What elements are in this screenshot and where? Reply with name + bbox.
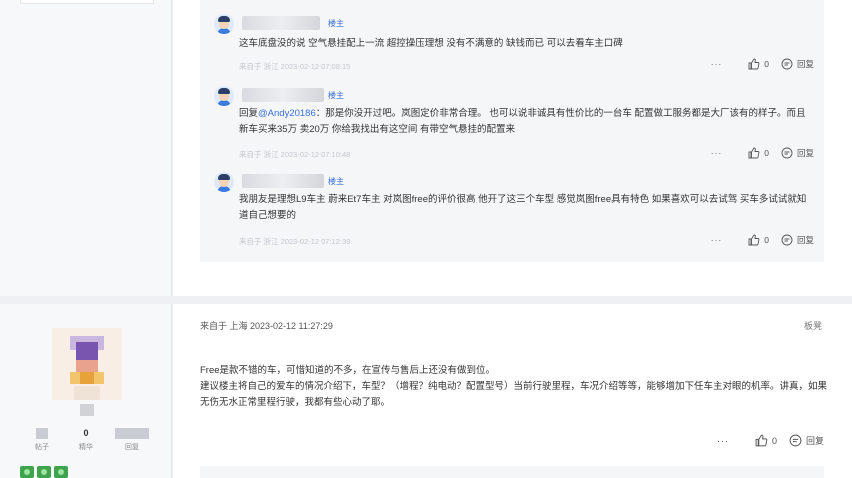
like-button[interactable]: 0 bbox=[748, 58, 769, 70]
reply-list bbox=[200, 466, 824, 478]
post-actions: ··· 0 回复 bbox=[717, 434, 824, 447]
avatar[interactable] bbox=[214, 14, 234, 34]
reply-label: 回复 bbox=[805, 436, 824, 446]
stat-label: 回复 bbox=[125, 444, 139, 451]
reply-item: 楼主 我朋友是理想L9车主 蔚来Et7车主 对岚图free的评价很高 他开了这三… bbox=[214, 172, 814, 248]
like-icon bbox=[748, 58, 760, 70]
avatar[interactable] bbox=[214, 86, 234, 106]
reply-actions: ··· 0 回复 bbox=[711, 234, 814, 246]
stat-essence[interactable]: 0 精华 bbox=[66, 428, 106, 452]
more-dots-icon[interactable]: ··· bbox=[711, 59, 723, 69]
reply-label: 回复 bbox=[796, 148, 814, 158]
op-badge: 楼主 bbox=[328, 177, 344, 186]
post-body: Free是款不错的车，可惜知道的不多，在宣传与售后上还没有做到位。 建议楼主将自… bbox=[200, 363, 830, 411]
reply-meta: 来自于 浙江 2023-02-12 07:10:48 bbox=[239, 150, 351, 159]
medal-icon[interactable] bbox=[20, 466, 34, 478]
reply-body: ：那是你没开过吧。岚图定价非常合理。 也可以说非诚具有性价比的一台车 配置做工服… bbox=[239, 108, 806, 135]
reply-text: 回复@Andy20186：那是你没开过吧。岚图定价非常合理。 也可以说非诚具有性… bbox=[239, 106, 814, 138]
stat-label: 帖子 bbox=[35, 444, 49, 451]
username-blurred[interactable] bbox=[242, 88, 324, 102]
reply-meta: 来自于 浙江 2023-02-12 07:12:39 bbox=[239, 237, 351, 246]
like-icon bbox=[755, 434, 768, 447]
stat-posts[interactable]: 帖子 bbox=[22, 428, 62, 452]
like-button[interactable]: 0 bbox=[755, 434, 777, 447]
reply-text: 我朋友是理想L9车主 蔚来Et7车主 对岚图free的评价很高 他开了这三个车型… bbox=[239, 194, 807, 221]
level-blurred bbox=[80, 404, 94, 416]
stat-value-blurred bbox=[115, 428, 149, 439]
reply-item: 楼主 这车底盘没的说 空气悬挂配上一流 超控操压理想 没有不满意的 缺钱而已 可… bbox=[214, 14, 814, 74]
username-blurred[interactable] bbox=[242, 174, 324, 188]
post-divider bbox=[0, 296, 852, 304]
stat-value-blurred bbox=[36, 428, 48, 439]
like-icon bbox=[748, 234, 760, 246]
medal-icon[interactable] bbox=[54, 466, 68, 478]
username-blurred[interactable] bbox=[242, 16, 320, 30]
stat-label: 精华 bbox=[79, 444, 93, 451]
stat-value: 0 bbox=[83, 428, 89, 438]
more-dots-icon[interactable]: ··· bbox=[717, 436, 729, 446]
reply-text: 这车底盘没的说 空气悬挂配上一流 超控操压理想 没有不满意的 缺钱而已 可以去看… bbox=[239, 38, 623, 49]
post-line: 建议楼主将自己的爱车的情况介绍下，车型？（增程？纯电动？配置型号）当前行驶里程，… bbox=[200, 381, 828, 408]
reply-label: 回复 bbox=[796, 235, 814, 245]
like-button[interactable]: 0 bbox=[748, 234, 769, 246]
mention-link[interactable]: @Andy20186 bbox=[258, 108, 316, 119]
avatar[interactable] bbox=[52, 328, 122, 400]
op-badge: 楼主 bbox=[328, 19, 344, 28]
avatar[interactable] bbox=[214, 172, 234, 192]
reply-actions: ··· 0 回复 bbox=[711, 58, 814, 70]
like-icon bbox=[748, 147, 760, 159]
op-badge: 楼主 bbox=[328, 91, 344, 100]
reply-button[interactable]: 回复 bbox=[781, 234, 814, 246]
reply-prefix: 回复 bbox=[239, 108, 259, 119]
reply-actions: ··· 0 回复 bbox=[711, 147, 814, 159]
like-count: 0 bbox=[764, 148, 769, 158]
reply-icon bbox=[781, 234, 793, 246]
like-count: 0 bbox=[764, 235, 769, 245]
post-line: Free是款不错的车，可惜知道的不多，在宣传与售后上还没有做到位。 bbox=[200, 365, 496, 376]
like-count: 0 bbox=[764, 59, 769, 69]
previous-author-card bbox=[20, 0, 154, 4]
like-count: 0 bbox=[771, 435, 777, 446]
reply-icon bbox=[789, 434, 802, 447]
stat-replies[interactable]: 回复 bbox=[112, 428, 152, 452]
like-button[interactable]: 0 bbox=[748, 147, 769, 159]
reply-label: 回复 bbox=[796, 59, 814, 69]
reply-button[interactable]: 回复 bbox=[789, 434, 824, 447]
reply-button[interactable]: 回复 bbox=[781, 58, 814, 70]
reply-icon bbox=[781, 58, 793, 70]
medal-list bbox=[20, 466, 71, 478]
reply-item: 楼主 回复@Andy20186：那是你没开过吧。岚图定价非常合理。 也可以说非诚… bbox=[214, 86, 814, 162]
floor-label: 板凳 bbox=[803, 321, 822, 331]
post-meta: 来自于 上海 2023-02-12 11:27:29 bbox=[200, 321, 333, 331]
reply-button[interactable]: 回复 bbox=[781, 147, 814, 159]
thread-page: 楼主 这车底盘没的说 空气悬挂配上一流 超控操压理想 没有不满意的 缺钱而已 可… bbox=[0, 0, 852, 478]
more-dots-icon[interactable]: ··· bbox=[711, 148, 723, 158]
more-dots-icon[interactable]: ··· bbox=[711, 235, 723, 245]
reply-icon bbox=[781, 147, 793, 159]
medal-icon[interactable] bbox=[37, 466, 51, 478]
reply-meta: 来自于 浙江 2023-02-12 07:08:15 bbox=[239, 62, 351, 71]
